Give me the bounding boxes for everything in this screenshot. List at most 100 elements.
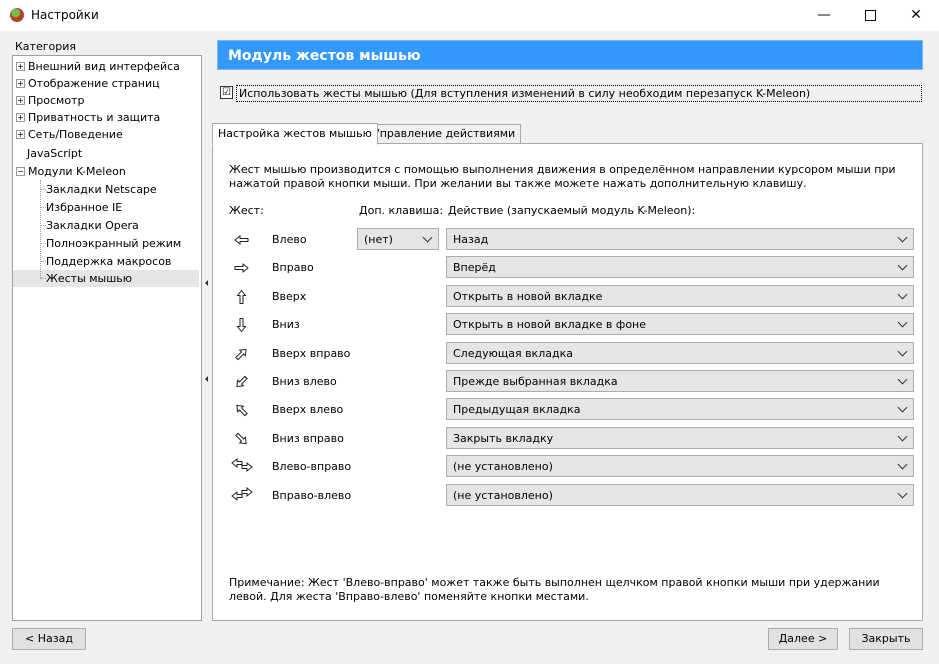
- arrow-left-right-icon: [231, 458, 253, 476]
- chevron-down-icon: [897, 488, 908, 499]
- chevron-down-icon: [897, 374, 908, 385]
- gesture-row: Вниз влево Прежде выбранная вкладка: [213, 368, 924, 396]
- next-button[interactable]: Далее >: [768, 628, 838, 650]
- action-select[interactable]: (не установлено): [446, 455, 914, 478]
- sidebar-item[interactable]: + Просмотр: [13, 92, 199, 109]
- gesture-name: Вниз вправо: [272, 431, 344, 445]
- sidebar-item[interactable]: − Модули K-Meleon: [13, 163, 199, 180]
- action-value: Предыдущая вкладка: [453, 403, 581, 417]
- sidebar-item-label: Жесты мышью: [46, 272, 133, 285]
- arrow-up-icon: [231, 288, 253, 306]
- sidebar-item-label: Избранное IE: [46, 201, 123, 214]
- action-select[interactable]: (не установлено): [446, 483, 914, 506]
- gesture-row: Влево-вправо (не установлено): [213, 453, 924, 481]
- gesture-settings-panel: Жест мышью производится с помощью выполн…: [212, 143, 923, 621]
- expand-icon[interactable]: +: [16, 113, 25, 122]
- use-gestures-checkbox[interactable]: ☑: [220, 86, 233, 99]
- gesture-name: Вниз: [272, 318, 300, 332]
- description-text: Жест мышью производится с помощью выполн…: [229, 163, 896, 190]
- minimize-button[interactable]: —: [801, 0, 847, 31]
- action-value: Следующая вкладка: [453, 346, 573, 360]
- chevron-down-icon: [897, 346, 908, 357]
- sidebar-item-label: Закладки Opera: [46, 219, 139, 232]
- action-value: Открыть в новой вкладке: [453, 289, 603, 303]
- expand-icon[interactable]: +: [16, 62, 25, 71]
- arrow-right-icon: [231, 259, 253, 277]
- sidebar-item-label: Внешний вид интерфейса: [28, 60, 180, 73]
- modifier-column-header: Доп. клавиша:: [359, 204, 444, 217]
- note-text: Примечание: Жест 'Влево-вправо' может та…: [229, 576, 880, 603]
- collapse-arrow-icon[interactable]: [205, 376, 208, 382]
- sidebar-item-label: Отображение страниц: [28, 77, 160, 90]
- chevron-down-icon: [897, 317, 908, 328]
- action-value: Вперёд: [453, 261, 496, 275]
- action-select[interactable]: Закрыть вкладку: [446, 426, 914, 449]
- chevron-down-icon: [897, 289, 908, 300]
- action-select[interactable]: Предыдущая вкладка: [446, 398, 914, 421]
- sidebar-item-label: Закладки Netscape: [46, 183, 157, 196]
- gesture-name: Вправо: [272, 261, 314, 275]
- close-window-button[interactable]: ✕: [893, 0, 939, 31]
- category-tree[interactable]: + Внешний вид интерфейса + Отображение стра…: [12, 55, 202, 621]
- arrow-down-left-icon: [231, 373, 253, 391]
- sidebar-item-label: Просмотр: [28, 94, 85, 107]
- expand-icon[interactable]: +: [16, 96, 25, 105]
- collapse-arrow-icon[interactable]: [205, 280, 208, 286]
- action-value: (не установлено): [453, 488, 553, 502]
- gesture-row: Вниз вправо Закрыть вкладку: [213, 425, 924, 453]
- close-button[interactable]: Закрыть: [849, 628, 923, 650]
- action-select[interactable]: Открыть в новой вкладке: [446, 284, 914, 307]
- arrow-down-icon: [231, 316, 253, 334]
- action-select[interactable]: Назад: [446, 228, 914, 250]
- action-value: (не установлено): [453, 460, 553, 474]
- sidebar-item[interactable]: + Сеть/Поведение: [13, 126, 199, 143]
- modifier-key-value: (нет): [364, 233, 393, 246]
- gesture-row: Вверх влево Предыдущая вкладка: [213, 396, 924, 424]
- modifier-key-select[interactable]: (нет): [357, 228, 439, 250]
- sidebar-item[interactable]: + Отображение страниц: [13, 75, 199, 92]
- gesture-row: Вверх вправо Следующая вкладка: [213, 340, 924, 368]
- category-label: Категория: [15, 40, 76, 53]
- action-value: Открыть в новой вкладке в фоне: [453, 318, 647, 332]
- collapse-icon[interactable]: −: [16, 167, 25, 176]
- gesture-name: Вверх вправо: [272, 346, 351, 360]
- tab-gesture-settings[interactable]: Настройка жестов мышью: [212, 123, 378, 145]
- maximize-button[interactable]: [847, 0, 893, 31]
- arrow-right-left-icon: [231, 486, 253, 505]
- action-select[interactable]: Открыть в новой вкладке в фоне: [446, 313, 914, 336]
- chevron-down-icon: [897, 232, 908, 243]
- title-bar: Настройки — ✕: [0, 0, 939, 31]
- sidebar-item-label: Поддержка макросов: [46, 255, 172, 268]
- tree-connector: [40, 180, 41, 278]
- sidebar-item-label: JavaScript: [27, 147, 83, 160]
- chevron-down-icon: [897, 431, 908, 442]
- action-select[interactable]: Вперёд: [446, 256, 914, 279]
- sidebar-item-label: Полноэкранный режим: [46, 237, 182, 250]
- action-value: Назад: [453, 233, 489, 246]
- gesture-row: Вверх Открыть в новой вкладке: [213, 283, 924, 311]
- chevron-down-icon: [897, 402, 908, 413]
- sidebar-item-label: Сеть/Поведение: [28, 128, 123, 141]
- arrow-up-left-icon: [231, 401, 253, 419]
- expand-icon[interactable]: +: [16, 130, 25, 139]
- app-icon: [10, 8, 24, 22]
- sidebar-item[interactable]: + Внешний вид интерфейса: [13, 58, 199, 75]
- sidebar-item[interactable]: + Приватность и защита: [13, 109, 199, 126]
- sidebar-item[interactable]: JavaScript: [13, 145, 199, 162]
- chevron-down-icon: [422, 232, 433, 243]
- use-gestures-label[interactable]: Использовать жесты мышью (Для вступления…: [236, 85, 922, 102]
- gesture-name: Влево-вправо: [272, 460, 352, 474]
- action-column-header: Действие (запускаемый модуль K-Meleon):: [448, 204, 696, 217]
- action-select[interactable]: Следующая вкладка: [446, 341, 914, 364]
- page-title: Модуль жестов мышью: [217, 40, 923, 70]
- tab-action-management[interactable]: Управление действиями: [367, 124, 522, 144]
- back-button[interactable]: < Назад: [12, 628, 86, 650]
- gesture-name: Вниз влево: [272, 375, 337, 388]
- splitter[interactable]: [203, 38, 211, 623]
- action-select[interactable]: Прежде выбранная вкладка: [446, 370, 914, 392]
- gesture-name: Влево: [272, 233, 307, 246]
- use-gestures-row[interactable]: ☑ Использовать жесты мышью (Для вступлен…: [217, 85, 923, 102]
- action-value: Закрыть вкладку: [453, 431, 554, 445]
- gesture-name: Вверх влево: [272, 403, 344, 417]
- expand-icon[interactable]: +: [16, 79, 25, 88]
